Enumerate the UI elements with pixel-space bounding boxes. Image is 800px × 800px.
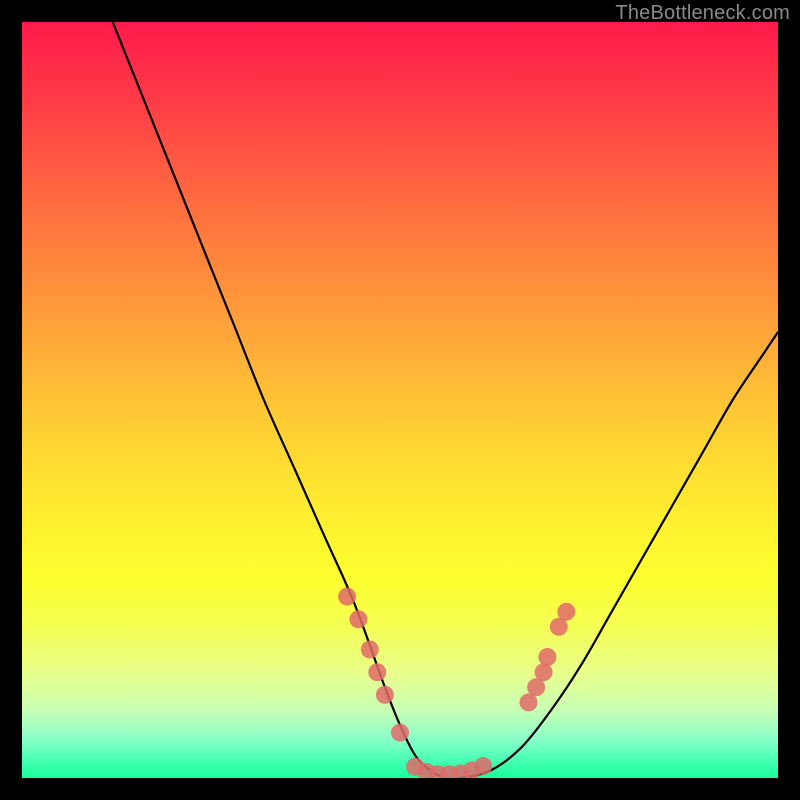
marker-dot: [368, 663, 386, 681]
marker-dot: [474, 757, 492, 775]
marker-cluster-right: [520, 603, 576, 712]
chart-frame: TheBottleneck.com: [0, 0, 800, 800]
marker-dot: [338, 588, 356, 606]
marker-cluster-valley: [406, 757, 492, 778]
marker-dot: [535, 663, 553, 681]
plot-area: [22, 22, 778, 778]
marker-dot: [391, 724, 409, 742]
marker-dot: [538, 648, 556, 666]
marker-dot: [557, 603, 575, 621]
marker-dot: [361, 641, 379, 659]
chart-svg: [22, 22, 778, 778]
bottleneck-curve: [113, 22, 778, 778]
watermark-text: TheBottleneck.com: [615, 2, 790, 25]
curve-line: [113, 22, 778, 778]
marker-dot: [376, 686, 394, 704]
marker-cluster-left: [338, 588, 409, 742]
marker-dot: [349, 610, 367, 628]
